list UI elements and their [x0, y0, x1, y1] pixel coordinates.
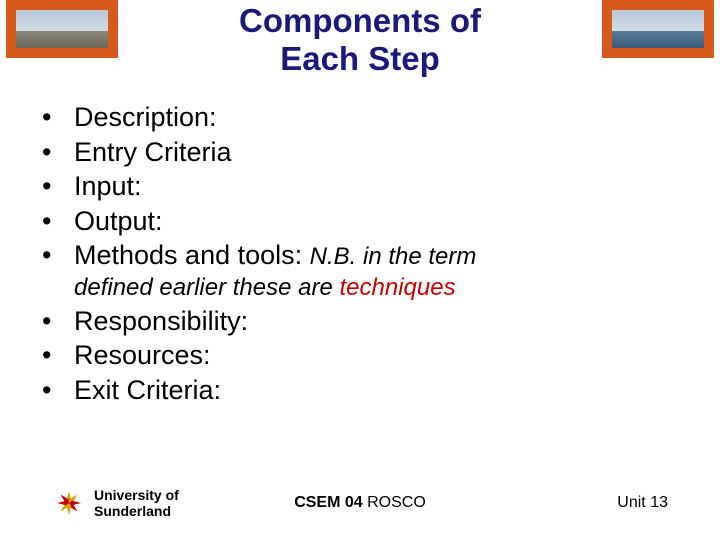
bullet-text: Methods and tools:: [74, 240, 310, 270]
slide-footer: University of Sunderland CSEM 04 ROSCO U…: [0, 478, 720, 528]
note-text: defined earlier these are: [74, 274, 340, 301]
bullet-exit-criteria: Exit Criteria:: [30, 373, 690, 408]
bullet-text: Input:: [74, 171, 142, 201]
bullet-text: Responsibility:: [74, 306, 248, 336]
title-line-2: Each Step: [280, 40, 440, 77]
bullet-responsibility: Responsibility:: [30, 304, 690, 339]
unit-number: Unit 13: [617, 494, 668, 512]
course-rest: ROSCO: [363, 494, 426, 511]
title-line-1: Components of: [239, 2, 481, 39]
bullet-text: Resources:: [74, 340, 211, 370]
uni-line-1: University of: [94, 487, 179, 503]
bullet-entry-criteria: Entry Criteria: [30, 135, 690, 170]
bullet-resources: Resources:: [30, 338, 690, 373]
bullet-input: Input:: [30, 169, 690, 204]
slide-title: Components of Each Step: [0, 2, 720, 78]
bullet-methods-continuation: defined earlier these are techniques: [30, 273, 690, 304]
bullet-text: Entry Criteria: [74, 137, 232, 167]
bullet-text: Exit Criteria:: [74, 375, 221, 405]
slide-body: Description: Entry Criteria Input: Outpu…: [30, 100, 690, 407]
course-bold: CSEM 04: [294, 494, 362, 511]
uni-line-2: Sunderland: [94, 503, 171, 519]
bullet-description: Description:: [30, 100, 690, 135]
bullet-note: N.B. in the term: [310, 243, 477, 270]
note-highlight: techniques: [340, 274, 456, 301]
bullet-text: Output:: [74, 206, 163, 236]
slide-header: Components of Each Step: [0, 0, 720, 84]
bullet-output: Output:: [30, 204, 690, 239]
university-name: University of Sunderland: [94, 487, 214, 519]
course-code: CSEM 04 ROSCO: [294, 494, 426, 512]
bullet-text: Description:: [74, 102, 217, 132]
university-logo-icon: [54, 488, 84, 518]
bullet-methods: Methods and tools: N.B. in the term: [30, 238, 690, 273]
